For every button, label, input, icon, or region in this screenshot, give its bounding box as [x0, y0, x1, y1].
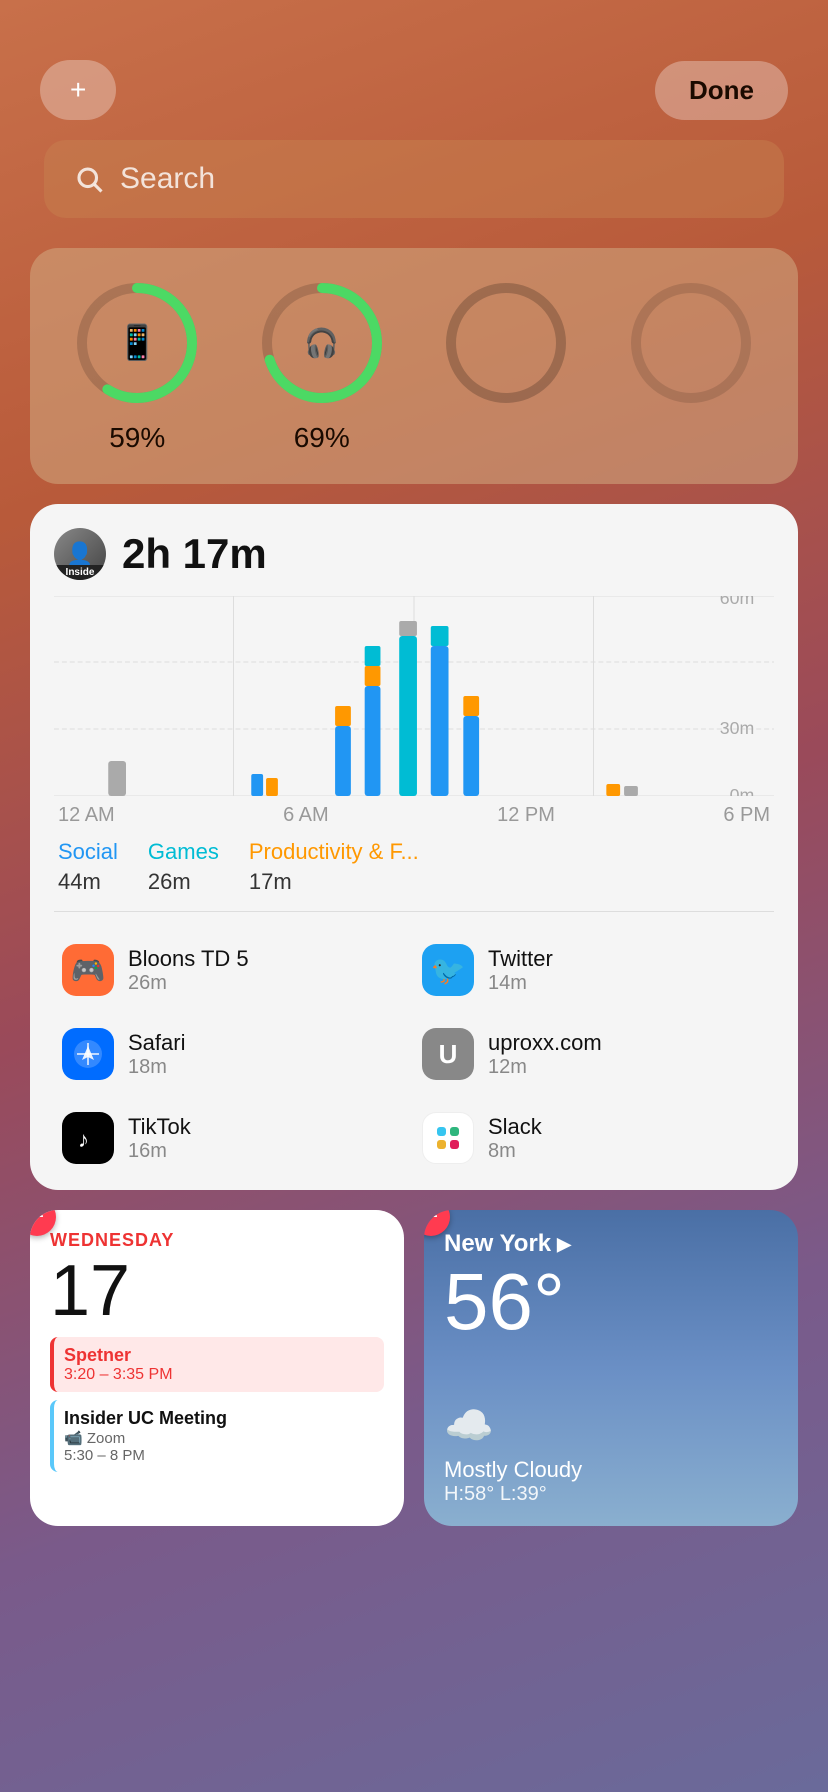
battery-ring-airpods: 🎧	[257, 278, 387, 408]
app-icon-slack	[422, 1112, 474, 1164]
calendar-widget: − WEDNESDAY 17 Spetner 3:20 – 3:35 PM In…	[30, 1210, 404, 1526]
app-duration-uproxx: 12m	[488, 1056, 602, 1079]
app-duration-safari: 18m	[128, 1056, 185, 1079]
battery-percent-airpods: 69%	[294, 422, 350, 454]
app-name-twitter: Twitter	[488, 946, 553, 972]
chart-x-labels: 12 AM 6 AM 12 PM 6 PM	[54, 804, 774, 827]
phone-icon: 📱	[116, 323, 158, 363]
battery-ring-empty1	[441, 278, 571, 408]
app-info-safari: Safari 18m	[128, 1030, 185, 1079]
category-games-name: Games	[148, 839, 219, 865]
search-container: Search	[44, 140, 784, 218]
bottom-widgets-row: − WEDNESDAY 17 Spetner 3:20 – 3:35 PM In…	[30, 1210, 798, 1526]
battery-widget: 📱 59% 🎧 69%	[30, 248, 798, 484]
app-name-uproxx: uproxx.com	[488, 1030, 602, 1056]
app-item-safari: Safari 18m	[54, 1012, 414, 1096]
app-item-bloons: 🎮 Bloons TD 5 26m	[54, 928, 414, 1012]
weather-city: New York ▶	[444, 1230, 778, 1258]
weather-range: H:58° L:39°	[444, 1483, 778, 1506]
svg-text:60m: 60m	[720, 596, 755, 608]
cal-event-meeting-title: Insider UC Meeting	[64, 1408, 374, 1429]
chart-label-12am: 12 AM	[58, 804, 115, 827]
weather-condition: Mostly Cloudy	[444, 1457, 778, 1483]
app-info-twitter: Twitter 14m	[488, 946, 553, 995]
screentime-widget: 👤 Inside 2h 17m 60m 30m 0m	[30, 504, 798, 1190]
app-item-uproxx: U uproxx.com 12m	[414, 1012, 774, 1096]
search-placeholder: Search	[120, 162, 215, 196]
app-info-uproxx: uproxx.com 12m	[488, 1030, 602, 1079]
battery-item-phone: 📱 59%	[50, 278, 225, 454]
app-duration-slack: 8m	[488, 1140, 542, 1163]
screentime-total-time: 2h 17m	[122, 530, 267, 578]
chart-label-12pm: 12 PM	[497, 804, 555, 827]
cloud-icon: ☁️	[444, 1402, 778, 1449]
avatar-label: Inside	[54, 565, 106, 580]
app-item-tiktok: ♪ TikTok 16m	[54, 1096, 414, 1180]
cal-event-meeting-subtitle: 📹 Zoom	[64, 1429, 374, 1447]
weather-temperature: 56°	[444, 1262, 778, 1342]
screentime-chart: 60m 30m 0m	[54, 596, 774, 796]
svg-text:30m: 30m	[720, 718, 755, 738]
category-productivity-duration: 17m	[249, 869, 419, 895]
app-icon-tiktok: ♪	[62, 1112, 114, 1164]
weather-widget: − New York ▶ 56° ☁️ Mostly Cloudy H:58° …	[424, 1210, 798, 1526]
app-duration-twitter: 14m	[488, 972, 553, 995]
category-productivity: Productivity & F... 17m	[249, 839, 419, 895]
app-duration-bloons: 26m	[128, 972, 249, 995]
divider	[54, 911, 774, 912]
app-item-twitter: 🐦 Twitter 14m	[414, 928, 774, 1012]
svg-text:♪: ♪	[78, 1127, 89, 1152]
top-bar: + Done	[0, 0, 828, 140]
calendar-day-name: WEDNESDAY	[50, 1230, 384, 1251]
add-widget-button[interactable]: +	[40, 60, 116, 120]
location-icon: ▶	[557, 1234, 571, 1255]
category-games-duration: 26m	[148, 869, 219, 895]
app-icon-twitter: 🐦	[422, 944, 474, 996]
battery-item-empty1	[419, 278, 594, 408]
category-social-name: Social	[58, 839, 118, 865]
screentime-header: 👤 Inside 2h 17m	[54, 528, 774, 580]
battery-ring-empty2	[626, 278, 756, 408]
app-name-slack: Slack	[488, 1114, 542, 1140]
category-row: Social 44m Games 26m Productivity & F...…	[54, 839, 774, 895]
airpods-icon: 🎧	[304, 327, 339, 360]
app-icon-bloons: 🎮	[62, 944, 114, 996]
app-icon-safari	[62, 1028, 114, 1080]
cal-event-meeting-time: 5:30 – 8 PM	[64, 1447, 374, 1464]
category-games: Games 26m	[148, 839, 219, 895]
done-button[interactable]: Done	[655, 61, 788, 120]
app-icon-uproxx: U	[422, 1028, 474, 1080]
battery-item-empty2	[604, 278, 779, 408]
cal-event-spetner-title: Spetner	[64, 1345, 374, 1366]
app-name-bloons: Bloons TD 5	[128, 946, 249, 972]
battery-ring-phone: 📱	[72, 278, 202, 408]
battery-percent-phone: 59%	[109, 422, 165, 454]
app-name-safari: Safari	[128, 1030, 185, 1056]
search-bar[interactable]: Search	[44, 140, 784, 218]
category-productivity-name: Productivity & F...	[249, 839, 419, 865]
app-info-bloons: Bloons TD 5 26m	[128, 946, 249, 995]
calendar-event-meeting: Insider UC Meeting 📹 Zoom 5:30 – 8 PM	[50, 1400, 384, 1472]
chart-label-6pm: 6 PM	[723, 804, 770, 827]
app-duration-tiktok: 16m	[128, 1140, 191, 1163]
weather-high: H:58°	[444, 1483, 494, 1505]
app-info-slack: Slack 8m	[488, 1114, 542, 1163]
search-icon	[74, 164, 104, 194]
battery-item-airpods: 🎧 69%	[235, 278, 410, 454]
cal-event-spetner-time: 3:20 – 3:35 PM	[64, 1366, 374, 1384]
weather-low: L:39°	[500, 1483, 547, 1505]
app-item-slack: Slack 8m	[414, 1096, 774, 1180]
avatar: 👤 Inside	[54, 528, 106, 580]
app-info-tiktok: TikTok 16m	[128, 1114, 191, 1163]
chart-label-6am: 6 AM	[283, 804, 329, 827]
calendar-event-spetner: Spetner 3:20 – 3:35 PM	[50, 1337, 384, 1392]
app-list: 🎮 Bloons TD 5 26m 🐦 Twitter 14m	[54, 928, 774, 1180]
category-social: Social 44m	[58, 839, 118, 895]
calendar-day-number: 17	[50, 1255, 384, 1327]
svg-text:0m: 0m	[730, 785, 755, 796]
category-social-duration: 44m	[58, 869, 118, 895]
app-name-tiktok: TikTok	[128, 1114, 191, 1140]
